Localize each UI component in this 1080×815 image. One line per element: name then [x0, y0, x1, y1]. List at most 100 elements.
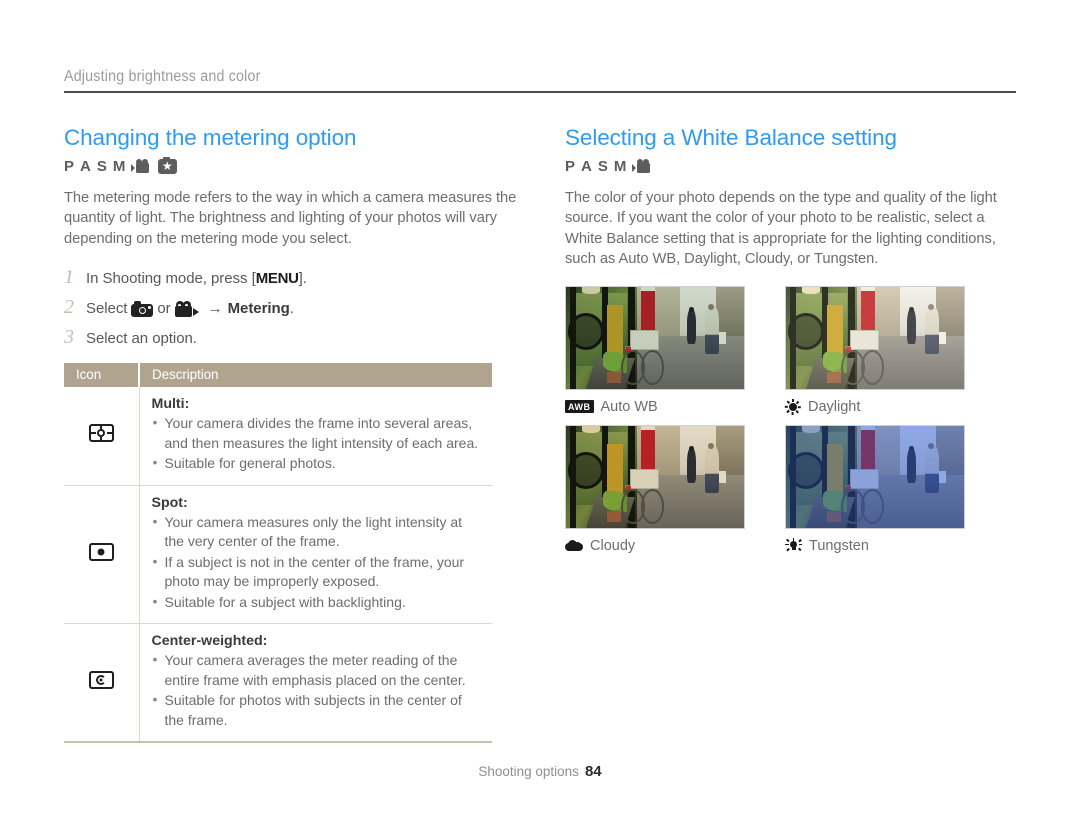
cell-icon-multi [64, 387, 139, 486]
table-body: Multi: Your camera divides the frame int… [64, 387, 492, 744]
wb-label-text-cloudy: Cloudy [590, 537, 636, 554]
metering-menu-label: Metering [227, 300, 290, 318]
video-icon [174, 301, 199, 318]
table-row: Center-weighted: Your camera averages th… [64, 623, 492, 744]
right-column: Selecting a White Balance setting P A S … [565, 125, 1020, 554]
mode-badges-metering: P A S M ★ [64, 157, 519, 177]
wb-label-text-daylight: Daylight [808, 398, 861, 415]
cell-description-center-weighted: Center-weighted: Your camera averages th… [138, 623, 492, 744]
option-title-center-weighted: Center-weighted: [151, 633, 268, 650]
step-3-text: Select an option. [86, 330, 197, 348]
wb-label-auto: AWB Auto WB [565, 399, 765, 415]
wb-sample-tungsten: Tungsten [785, 424, 985, 554]
metering-options-table: Icon Description Multi: Your camera divi… [64, 363, 492, 744]
mode-letter-a: A [581, 158, 592, 176]
step-3-number: 3 [64, 326, 74, 349]
white-balance-intro-paragraph: The color of your photo depends on the t… [565, 189, 997, 268]
alley-scene-image [566, 425, 744, 528]
step-1-suffix: ]. [298, 270, 307, 288]
list-item: Your camera measures only the light inte… [152, 512, 485, 552]
awb-icon: AWB [565, 400, 594, 414]
step-1-prefix: In Shooting mode, press [ [86, 270, 256, 288]
table-row: Multi: Your camera divides the frame int… [64, 387, 492, 486]
wb-photo-tungsten [785, 424, 965, 529]
list-item: Suitable for a subject with backlighting… [152, 592, 485, 613]
running-head-label: Adjusting brightness and color [64, 68, 261, 85]
cell-icon-spot [64, 485, 139, 625]
list-item: Suitable for general photos. [152, 453, 485, 474]
cell-description-multi: Multi: Your camera divides the frame int… [138, 387, 492, 486]
alley-scene-image [786, 286, 964, 389]
option-bullets-spot: Your camera measures only the light inte… [152, 512, 485, 613]
wb-label-cloudy: Cloudy [565, 538, 765, 554]
alley-scene-image [786, 425, 964, 528]
sun-icon [784, 398, 801, 415]
column-header-description: Description [138, 363, 492, 388]
wb-photo-auto [565, 285, 745, 390]
cell-description-spot: Spot: Your camera measures only the ligh… [138, 485, 492, 625]
smart-auto-star-icon: ★ [158, 157, 178, 175]
step-2-text: Select or → Metering. [86, 298, 294, 320]
step-2-number: 2 [64, 296, 74, 319]
wb-label-daylight: Daylight [784, 398, 985, 415]
wb-photo-daylight [785, 285, 965, 390]
wb-sample-auto: AWB Auto WB [565, 285, 765, 415]
mode-letter-s: S [96, 158, 107, 176]
left-column: Changing the metering option P A S M ★ T… [64, 125, 519, 744]
metering-center-weighted-icon [88, 670, 114, 689]
table-header-row: Icon Description [64, 363, 492, 388]
arrow-icon: → [207, 300, 223, 318]
mode-letter-p: P [64, 158, 75, 176]
running-head: Adjusting brightness and color [64, 68, 1016, 93]
page-number: 84 [584, 763, 602, 780]
step-2-prefix: Select [86, 300, 128, 318]
mode-letter-m: M [613, 158, 627, 176]
list-item: Your camera divides the frame into sever… [152, 413, 485, 453]
option-bullets-multi: Your camera divides the frame into sever… [152, 413, 485, 474]
video-icon [632, 159, 653, 174]
wb-sample-daylight: Daylight [784, 285, 985, 415]
list-item: Your camera averages the meter reading o… [152, 650, 485, 690]
page-footer: Shooting options 84 [0, 763, 1080, 780]
alley-scene-image [566, 286, 744, 389]
page-title-white-balance: Selecting a White Balance setting [565, 125, 897, 150]
step-2: 2 Select or → Metering. [64, 297, 519, 320]
wb-photo-cloudy [565, 424, 745, 529]
cloud-icon [565, 539, 583, 552]
option-bullets-center-weighted: Your camera averages the meter reading o… [152, 650, 485, 730]
list-item: If a subject is not in the center of the… [152, 552, 485, 592]
video-icon [131, 159, 152, 174]
cell-icon-center-weighted [64, 623, 139, 744]
metering-spot-icon [88, 542, 114, 561]
page-title-metering: Changing the metering option [64, 125, 357, 150]
mode-letter-p: P [565, 158, 576, 176]
white-balance-samples: AWB Auto WB Daylight Cloudy Tungsten [565, 285, 1020, 554]
menu-key-label: MENU [255, 270, 299, 288]
step-3: 3 Select an option. [64, 327, 519, 350]
wb-label-tungsten: Tungsten [785, 537, 985, 554]
list-item: Suitable for photos with subjects in the… [152, 690, 485, 730]
option-title-multi: Multi: [151, 396, 190, 413]
table-row: Spot: Your camera measures only the ligh… [64, 485, 492, 625]
mode-letter-m: M [112, 158, 126, 176]
metering-intro-paragraph: The metering mode refers to the way in w… [64, 189, 517, 247]
wb-label-text-auto: Auto WB [600, 398, 658, 415]
step-2-conjunction: or [157, 300, 171, 318]
mode-letter-s: S [597, 158, 608, 176]
step-2-suffix: . [289, 300, 294, 318]
mode-badges-white-balance: P A S M [565, 157, 1020, 177]
camera-icon [131, 301, 154, 318]
column-header-icon: Icon [64, 363, 139, 388]
metering-steps: 1 In Shooting mode, press [MENU]. 2 Sele… [64, 267, 519, 350]
header-divider [64, 91, 1016, 93]
table-header: Icon Description [64, 363, 492, 388]
step-1-text: In Shooting mode, press [MENU]. [86, 268, 307, 290]
mode-letter-a: A [80, 158, 91, 176]
option-title-spot: Spot: [151, 494, 188, 511]
step-1-number: 1 [64, 266, 74, 289]
lightbulb-icon [785, 537, 802, 554]
footer-section-label: Shooting options [478, 764, 579, 779]
metering-multi-icon [88, 424, 114, 443]
wb-label-text-tungsten: Tungsten [809, 537, 869, 554]
step-1: 1 In Shooting mode, press [MENU]. [64, 267, 519, 290]
